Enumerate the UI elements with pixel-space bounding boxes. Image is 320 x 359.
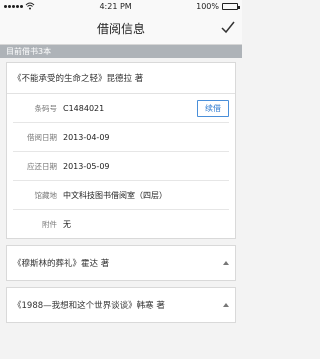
detail-label: 应还日期 [27, 161, 57, 171]
detail-row-barcode: 条码号 C1484021 续借 [13, 94, 229, 123]
expand-arrow-icon[interactable] [223, 261, 229, 265]
nav-bar: 借阅信息 [0, 12, 242, 45]
detail-row-location: 馆藏地 中文科技图书借阅室（四层） [13, 181, 229, 210]
book-title: 《穆斯林的葬礼》霍达 著 [13, 259, 110, 269]
signal-strength-icon [4, 4, 23, 8]
book-card-expanded: 《不能承受的生命之轻》昆德拉 著 条码号 C1484021 续借 借阅日期 20… [6, 62, 236, 239]
detail-value: 无 [63, 219, 71, 229]
detail-value: C1484021 [63, 103, 105, 113]
detail-label: 借阅日期 [27, 132, 57, 142]
detail-value: 2013-05-09 [63, 161, 110, 171]
detail-label: 条码号 [34, 103, 58, 113]
status-bar: 4:21 PM 100% [0, 0, 242, 12]
detail-label: 附件 [42, 219, 57, 229]
book-title: 《1988—我想和这个世界谈谈》韩寒 著 [13, 301, 165, 311]
checkmark-icon[interactable] [220, 20, 236, 36]
book-card-collapsed[interactable]: 《1988—我想和这个世界谈谈》韩寒 著 [6, 287, 236, 323]
detail-row-due-date: 应还日期 2013-05-09 [13, 152, 229, 181]
wifi-icon [25, 2, 35, 10]
battery-area: 100% [196, 1, 240, 11]
battery-icon [221, 2, 240, 10]
detail-row-borrow-date: 借阅日期 2013-04-09 [13, 123, 229, 152]
book-card-collapsed[interactable]: 《穆斯林的葬礼》霍达 著 [6, 245, 236, 281]
signal-area [4, 2, 35, 10]
battery-percent: 100% [196, 1, 219, 11]
detail-label: 馆藏地 [34, 190, 58, 200]
expand-arrow-icon[interactable] [223, 303, 229, 307]
detail-value: 2013-04-09 [63, 132, 110, 142]
page-title: 借阅信息 [96, 21, 145, 36]
status-time: 4:21 PM [99, 1, 132, 11]
book-title[interactable]: 《不能承受的生命之轻》昆德拉 著 [7, 63, 235, 94]
section-header: 目前借书3本 [0, 45, 242, 58]
renew-button[interactable]: 续借 [197, 99, 229, 117]
detail-row-attachment: 附件 无 [13, 210, 229, 238]
detail-value: 中文科技图书借阅室（四层） [63, 190, 167, 200]
screen: 4:21 PM 100% 借阅信息 目前借书3本 《不能承受的生命之轻》昆德拉 … [0, 0, 242, 359]
